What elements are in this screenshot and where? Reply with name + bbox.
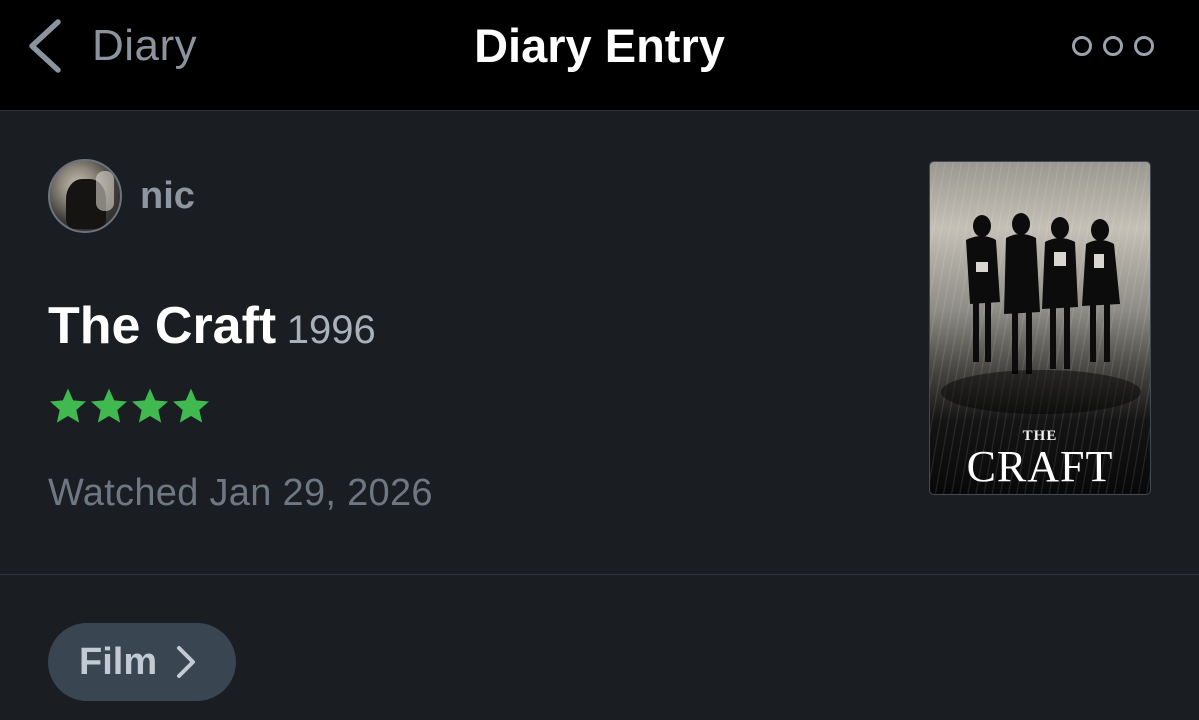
film-heading[interactable]: The Craft 1996 <box>48 296 376 356</box>
chevron-right-icon <box>177 646 196 678</box>
nav-bar: Diary Diary Entry <box>0 0 1199 111</box>
avatar[interactable] <box>48 159 122 233</box>
more-options-icon-dot <box>1134 36 1154 56</box>
star-icon <box>50 388 86 423</box>
page-title: Diary Entry <box>474 19 725 72</box>
user-profile-link[interactable]: nic <box>48 159 195 233</box>
more-options-button[interactable] <box>1072 32 1154 60</box>
section-divider <box>0 574 1199 575</box>
username[interactable]: nic <box>140 175 195 218</box>
watched-date: Watched Jan 29, 2026 <box>48 472 433 514</box>
more-options-icon <box>1072 36 1092 56</box>
poster-title-large: CRAFT <box>966 442 1114 491</box>
avatar-highlight <box>96 171 114 211</box>
film-title[interactable]: The Craft <box>48 297 276 355</box>
film-link-button[interactable]: Film <box>48 623 236 701</box>
film-year[interactable]: 1996 <box>287 308 376 352</box>
star-icon <box>173 388 209 423</box>
more-options-icon-dot <box>1103 36 1123 56</box>
star-icon <box>91 388 127 423</box>
star-icon <box>132 388 168 423</box>
film-poster[interactable]: THE CRAFT <box>929 161 1151 495</box>
film-link-label: Film <box>79 640 158 683</box>
star-rating <box>48 386 212 426</box>
diary-entry: nic The Craft 1996 Watched Jan 29, 2026 <box>0 112 1199 574</box>
